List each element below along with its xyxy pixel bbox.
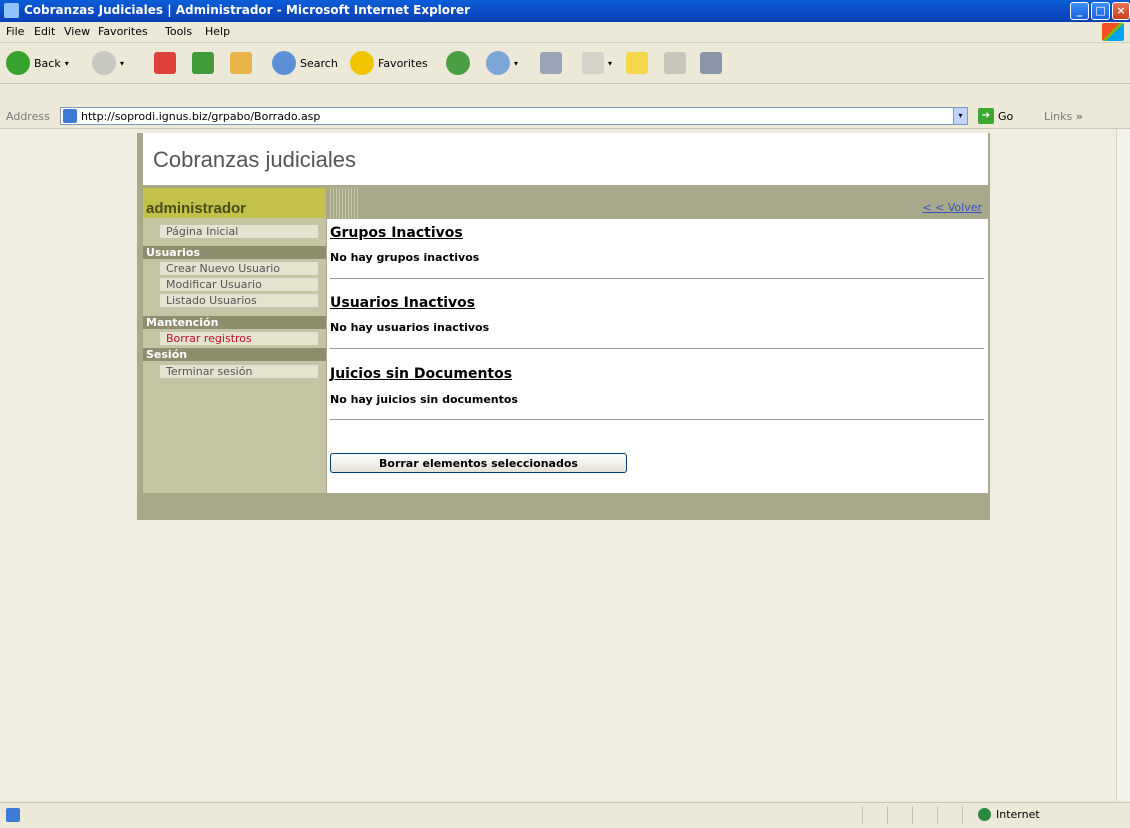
print-button[interactable] bbox=[540, 48, 562, 78]
home-button[interactable] bbox=[230, 48, 252, 78]
status-cell bbox=[962, 806, 963, 824]
menu-favorites[interactable]: Favorites bbox=[98, 25, 148, 38]
close-button[interactable]: × bbox=[1112, 2, 1130, 20]
status-cell bbox=[912, 806, 913, 824]
stop-button[interactable] bbox=[154, 48, 176, 78]
status-cell bbox=[937, 806, 938, 824]
stop-icon bbox=[154, 52, 176, 74]
sidebar-item-terminar-sesion[interactable]: Terminar sesión bbox=[160, 365, 318, 378]
go-button[interactable]: ➔ Go bbox=[978, 107, 1013, 125]
forward-arrow-icon bbox=[92, 51, 116, 75]
status-bar: Internet bbox=[0, 802, 1130, 828]
menu-edit[interactable]: Edit bbox=[34, 25, 55, 38]
window-title: Cobranzas Judiciales | Administrador - M… bbox=[24, 3, 471, 17]
toolbar: Back ▾ ▾ Search Favorites ▾ ▾ bbox=[0, 43, 1130, 84]
mail-button[interactable]: ▾ bbox=[486, 48, 518, 78]
status-cell bbox=[862, 806, 863, 824]
discuss-icon bbox=[626, 52, 648, 74]
section-title-grupos: Grupos Inactivos bbox=[330, 225, 463, 241]
favorites-star-icon bbox=[350, 51, 374, 75]
edit-icon bbox=[582, 52, 604, 74]
sidebar-header: administrador bbox=[143, 188, 326, 218]
section-divider bbox=[330, 419, 984, 420]
browser-viewport: Cobranzas judiciales administrador Págin… bbox=[0, 129, 1116, 801]
history-icon bbox=[446, 51, 470, 75]
sidebar: administrador Página Inicial Usuarios Cr… bbox=[143, 188, 326, 493]
messenger-icon bbox=[664, 52, 686, 74]
menu-bar: File Edit View Favorites Tools Help bbox=[0, 22, 1130, 43]
mail-dropdown-icon[interactable]: ▾ bbox=[514, 59, 518, 68]
status-cell bbox=[887, 806, 888, 824]
address-input[interactable] bbox=[81, 108, 941, 124]
security-zone: Internet bbox=[978, 808, 1040, 821]
forward-dropdown-icon[interactable]: ▾ bbox=[120, 59, 124, 68]
ie-page-icon bbox=[4, 3, 19, 18]
research-button[interactable] bbox=[700, 48, 722, 78]
address-field[interactable] bbox=[60, 107, 968, 125]
edit-button[interactable]: ▾ bbox=[582, 48, 612, 78]
sidebar-item-crear-usuario[interactable]: Crear Nuevo Usuario bbox=[160, 262, 318, 275]
section-title-juicios: Juicios sin Documentos bbox=[330, 366, 513, 382]
sidebar-item-pagina-inicial[interactable]: Página Inicial bbox=[160, 225, 318, 238]
back-dropdown-icon[interactable]: ▾ bbox=[65, 59, 69, 68]
maximize-button[interactable]: □ bbox=[1091, 2, 1110, 20]
section-divider bbox=[330, 348, 984, 349]
site-container: Cobranzas judiciales administrador Págin… bbox=[137, 133, 990, 520]
internet-globe-icon bbox=[978, 808, 991, 821]
edit-dropdown-icon[interactable]: ▾ bbox=[608, 59, 612, 68]
sidebar-heading-mantencion: Mantención bbox=[143, 316, 326, 329]
refresh-icon bbox=[192, 52, 214, 74]
mail-icon bbox=[486, 51, 510, 75]
refresh-button[interactable] bbox=[192, 48, 214, 78]
messenger-button[interactable] bbox=[664, 48, 686, 78]
menu-tools[interactable]: Tools bbox=[165, 25, 192, 38]
search-button[interactable]: Search bbox=[272, 48, 338, 78]
site-logo: Cobranzas judiciales bbox=[153, 147, 356, 172]
sidebar-heading-sesion: Sesión bbox=[143, 348, 326, 361]
links-button[interactable]: Links » bbox=[1044, 110, 1083, 123]
home-icon bbox=[230, 52, 252, 74]
address-dropdown-icon[interactable]: ▾ bbox=[953, 107, 968, 125]
sidebar-title: administrador bbox=[146, 200, 247, 217]
section-text-grupos: No hay grupos inactivos bbox=[330, 251, 480, 264]
back-button[interactable]: Back ▾ bbox=[6, 48, 69, 78]
section-text-usuarios: No hay usuarios inactivos bbox=[330, 321, 490, 334]
sidebar-item-borrar-registros[interactable]: Borrar registros bbox=[160, 332, 318, 345]
delete-selected-button[interactable]: Borrar elementos seleccionados bbox=[330, 453, 627, 473]
menu-file[interactable]: File bbox=[6, 25, 24, 38]
minimize-button[interactable]: _ bbox=[1070, 2, 1089, 20]
page-icon bbox=[63, 109, 77, 123]
search-icon bbox=[272, 51, 296, 75]
history-button[interactable] bbox=[446, 48, 470, 78]
sidebar-heading-usuarios: Usuarios bbox=[143, 246, 326, 259]
go-arrow-icon: ➔ bbox=[978, 108, 994, 124]
back-arrow-icon bbox=[6, 51, 30, 75]
windows-logo-icon bbox=[1102, 23, 1124, 41]
sidebar-item-modificar-usuario[interactable]: Modificar Usuario bbox=[160, 278, 318, 291]
menu-view[interactable]: View bbox=[64, 25, 90, 38]
favorites-button[interactable]: Favorites bbox=[350, 48, 428, 78]
site-header: Cobranzas judiciales bbox=[143, 133, 988, 185]
section-title-usuarios: Usuarios Inactivos bbox=[330, 295, 476, 311]
research-icon bbox=[700, 52, 722, 74]
volver-link[interactable]: < < Volver bbox=[922, 201, 982, 214]
vertical-scrollbar[interactable] bbox=[1116, 129, 1130, 801]
discuss-button[interactable] bbox=[626, 48, 648, 78]
decorative-stripes bbox=[328, 188, 358, 220]
print-icon bbox=[540, 52, 562, 74]
main-content: Grupos Inactivos No hay grupos inactivos… bbox=[327, 219, 988, 493]
forward-button[interactable]: ▾ bbox=[92, 48, 124, 78]
menu-help[interactable]: Help bbox=[205, 25, 230, 38]
page-status-icon bbox=[6, 808, 20, 822]
address-bar: Address ▾ ➔ Go Links » bbox=[0, 104, 1130, 129]
section-divider bbox=[330, 278, 984, 279]
sidebar-item-listado-usuarios[interactable]: Listado Usuarios bbox=[160, 294, 318, 307]
section-text-juicios: No hay juicios sin documentos bbox=[330, 393, 518, 406]
title-bar: Cobranzas Judiciales | Administrador - M… bbox=[0, 0, 1130, 22]
address-label: Address bbox=[6, 110, 50, 123]
